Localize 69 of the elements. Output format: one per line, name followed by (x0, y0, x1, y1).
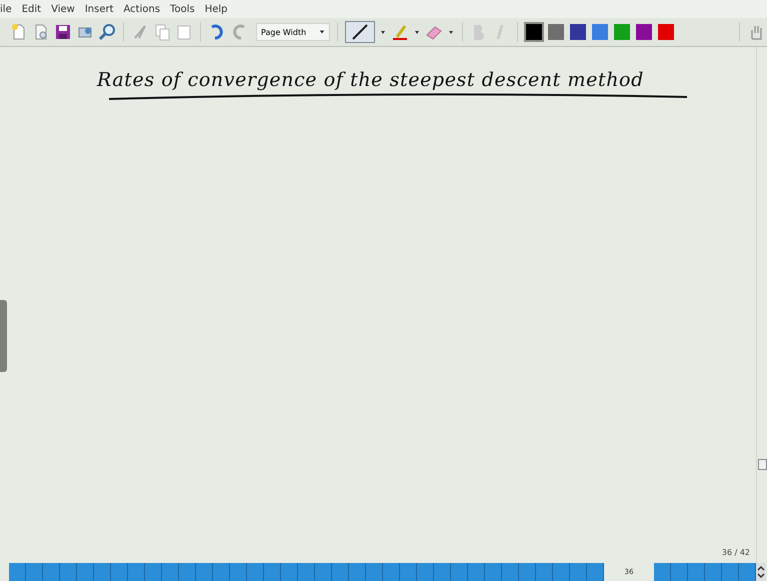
page-tab[interactable] (281, 563, 298, 581)
page-tab[interactable] (587, 563, 604, 581)
page-tab[interactable] (366, 563, 383, 581)
paste-icon[interactable] (175, 23, 193, 41)
page-tab[interactable] (688, 563, 705, 581)
page-tab[interactable] (722, 563, 739, 581)
page-tab[interactable] (315, 563, 332, 581)
page-tab[interactable] (468, 563, 485, 581)
undo-icon[interactable] (208, 23, 226, 41)
page-tab[interactable] (213, 563, 230, 581)
copy-icon[interactable] (153, 23, 171, 41)
page-tab[interactable] (536, 563, 553, 581)
menu-item[interactable]: Edit (22, 4, 42, 14)
page-tab[interactable] (9, 563, 26, 581)
color-swatch[interactable] (570, 24, 586, 40)
page-tab[interactable] (383, 563, 400, 581)
page-tab[interactable] (230, 563, 247, 581)
page-tab[interactable] (417, 563, 434, 581)
page-tab[interactable] (145, 563, 162, 581)
page-tab[interactable] (654, 563, 671, 581)
page-tab[interactable] (111, 563, 128, 581)
zoom-dropdown[interactable]: Page Width (256, 23, 330, 41)
page-tab[interactable] (60, 563, 77, 581)
page-tab[interactable] (179, 563, 196, 581)
menu-item[interactable]: Insert (84, 4, 114, 14)
handwritten-title: Rates of convergence of the steepest descent method (97, 69, 645, 91)
menu-item[interactable]: View (51, 4, 75, 14)
page-tab[interactable] (519, 563, 536, 581)
color-swatch[interactable] (548, 24, 564, 40)
page-tab[interactable] (162, 563, 179, 581)
menu-item[interactable]: ile (0, 4, 12, 14)
color-swatch[interactable] (526, 24, 542, 40)
scroll-thumb[interactable] (758, 459, 767, 470)
page-tab[interactable] (196, 563, 213, 581)
page-tab[interactable] (485, 563, 502, 581)
page-tab[interactable] (77, 563, 94, 581)
color-swatch[interactable] (592, 24, 608, 40)
page-tab[interactable] (705, 563, 722, 581)
menu-item[interactable]: Help (204, 4, 228, 14)
page-tab[interactable] (671, 563, 688, 581)
page-tab[interactable] (43, 563, 60, 581)
page-tab[interactable] (400, 563, 417, 581)
page-indicator: 36 / 42 (722, 548, 750, 557)
page-tab[interactable] (570, 563, 587, 581)
page-tab[interactable] (502, 563, 519, 581)
page-tab[interactable] (434, 563, 451, 581)
page-tab[interactable] (553, 563, 570, 581)
page-tab[interactable] (451, 563, 468, 581)
page-tab[interactable] (94, 563, 111, 581)
color-swatch[interactable] (614, 24, 630, 40)
side-handle[interactable] (0, 300, 7, 372)
search-icon[interactable] (98, 23, 116, 41)
page-tab[interactable] (332, 563, 349, 581)
page-tab[interactable] (247, 563, 264, 581)
color-swatch[interactable] (636, 24, 652, 40)
redo-icon[interactable] (230, 23, 248, 41)
menu-item[interactable]: Tools (170, 4, 195, 14)
page-tab[interactable] (26, 563, 43, 581)
page-tab[interactable] (298, 563, 315, 581)
color-swatch[interactable] (658, 24, 674, 40)
page-tab[interactable] (349, 563, 366, 581)
highlighter-icon[interactable] (391, 23, 409, 41)
page-tab[interactable] (264, 563, 281, 581)
save-icon[interactable] (54, 23, 72, 41)
page-scroll-icon[interactable] (756, 563, 766, 581)
caret-icon (319, 29, 325, 35)
pen-tool-icon[interactable] (345, 21, 375, 43)
page-tab[interactable] (128, 563, 145, 581)
menu-item[interactable]: Actions (124, 4, 160, 14)
